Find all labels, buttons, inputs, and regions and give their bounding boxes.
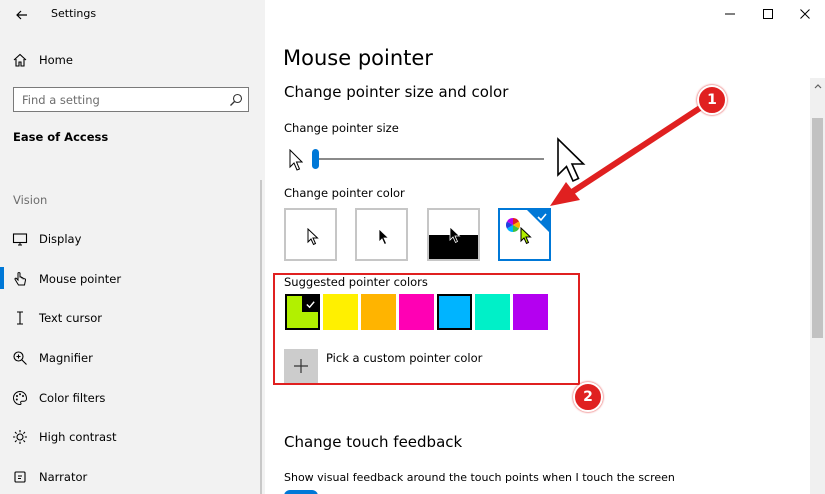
color-swatch[interactable] bbox=[323, 294, 358, 330]
small-pointer-icon bbox=[289, 149, 303, 171]
section-title: Ease of Access bbox=[13, 130, 109, 144]
touch-feedback-toggle[interactable] bbox=[284, 490, 318, 494]
palette-icon bbox=[12, 390, 28, 406]
pointer-size-slider-thumb[interactable] bbox=[312, 149, 319, 169]
search-icon[interactable] bbox=[229, 93, 243, 107]
pointer-color-inverted[interactable] bbox=[427, 208, 480, 261]
plus-icon bbox=[294, 359, 308, 373]
sidebar-item-label: Display bbox=[39, 232, 82, 246]
pointer-color-custom[interactable] bbox=[498, 208, 551, 261]
monitor-icon bbox=[12, 231, 28, 247]
color-swatch[interactable] bbox=[437, 294, 472, 330]
color-swatch[interactable] bbox=[475, 294, 510, 330]
sidebar-item-label: Magnifier bbox=[39, 351, 93, 365]
pointer-color-label: Change pointer color bbox=[284, 186, 405, 200]
checkmark-icon bbox=[537, 213, 547, 222]
pointer-color-white[interactable] bbox=[284, 208, 337, 261]
page-title: Mouse pointer bbox=[283, 46, 433, 70]
back-button[interactable] bbox=[12, 5, 32, 25]
sidebar-item-label: Color filters bbox=[39, 391, 106, 405]
inverted-pointer-icon bbox=[449, 226, 461, 244]
color-wheel-icon bbox=[506, 218, 520, 232]
sidebar-item-home[interactable]: Home bbox=[0, 45, 265, 75]
main-scrollbar-thumb[interactable] bbox=[812, 118, 823, 338]
scroll-up-button[interactable] bbox=[810, 78, 825, 94]
app-title: Settings bbox=[51, 7, 97, 20]
checkmark-icon bbox=[305, 300, 315, 308]
pick-custom-color-label[interactable]: Pick a custom pointer color bbox=[326, 351, 482, 365]
sidebar-item-label: Narrator bbox=[39, 470, 88, 484]
color-swatch[interactable] bbox=[361, 294, 396, 330]
chevron-up-icon bbox=[814, 84, 821, 89]
sidebar-item-mouse-pointer[interactable]: Mouse pointer bbox=[0, 264, 265, 294]
sidebar: Settings Home Ease of Access Vision Disp… bbox=[0, 0, 265, 494]
pointer-color-black[interactable] bbox=[355, 208, 408, 261]
minimize-icon bbox=[725, 13, 735, 15]
suggested-colors-label: Suggested pointer colors bbox=[284, 275, 428, 289]
magnifier-icon bbox=[12, 350, 28, 366]
annotation-badge-1: 1 bbox=[697, 85, 727, 115]
black-pointer-icon bbox=[378, 228, 390, 246]
section-heading-touch-feedback: Change touch feedback bbox=[284, 433, 463, 451]
pointer-size-label: Change pointer size bbox=[284, 121, 399, 135]
sidebar-item-label: Mouse pointer bbox=[39, 272, 122, 286]
swatch-selected-mark bbox=[302, 296, 318, 312]
annotation-badge-2: 2 bbox=[573, 382, 603, 412]
home-icon bbox=[12, 52, 28, 68]
sidebar-item-text-cursor[interactable]: Text cursor bbox=[0, 303, 265, 333]
search-box[interactable] bbox=[13, 87, 249, 112]
sidebar-item-magnifier[interactable]: Magnifier bbox=[0, 343, 265, 373]
text-cursor-icon bbox=[12, 310, 28, 326]
sidebar-item-high-contrast[interactable]: High contrast bbox=[0, 422, 265, 452]
sidebar-item-narrator[interactable]: Narrator bbox=[0, 462, 265, 492]
sidebar-item-color-filters[interactable]: Color filters bbox=[0, 383, 265, 413]
pick-custom-color-button[interactable] bbox=[284, 349, 318, 383]
touch-feedback-description: Show visual feedback around the touch po… bbox=[284, 471, 675, 484]
close-icon bbox=[800, 9, 810, 19]
maximize-icon bbox=[763, 9, 773, 19]
color-swatch[interactable] bbox=[513, 294, 548, 330]
large-pointer-icon bbox=[557, 137, 586, 183]
back-arrow-icon bbox=[16, 10, 27, 20]
white-pointer-icon bbox=[307, 228, 319, 246]
sidebar-item-label: Text cursor bbox=[39, 311, 103, 325]
custom-pointer-icon bbox=[520, 227, 532, 245]
close-button[interactable] bbox=[783, 0, 825, 28]
sidebar-item-display[interactable]: Display bbox=[0, 224, 265, 254]
search-input[interactable] bbox=[14, 88, 224, 111]
color-swatch[interactable] bbox=[399, 294, 434, 330]
sidebar-item-label: Home bbox=[39, 53, 73, 67]
section-heading-size-color: Change pointer size and color bbox=[284, 83, 509, 101]
sidebar-scrollbar[interactable] bbox=[260, 180, 262, 494]
sun-icon bbox=[12, 429, 28, 445]
sidebar-item-label: High contrast bbox=[39, 430, 117, 444]
pointer-size-slider[interactable] bbox=[314, 158, 544, 160]
group-label-vision: Vision bbox=[13, 193, 48, 207]
narrator-icon bbox=[12, 469, 28, 485]
color-swatch[interactable] bbox=[285, 294, 320, 330]
titlebar: Settings bbox=[0, 0, 265, 30]
pointer-hand-icon bbox=[12, 271, 28, 287]
